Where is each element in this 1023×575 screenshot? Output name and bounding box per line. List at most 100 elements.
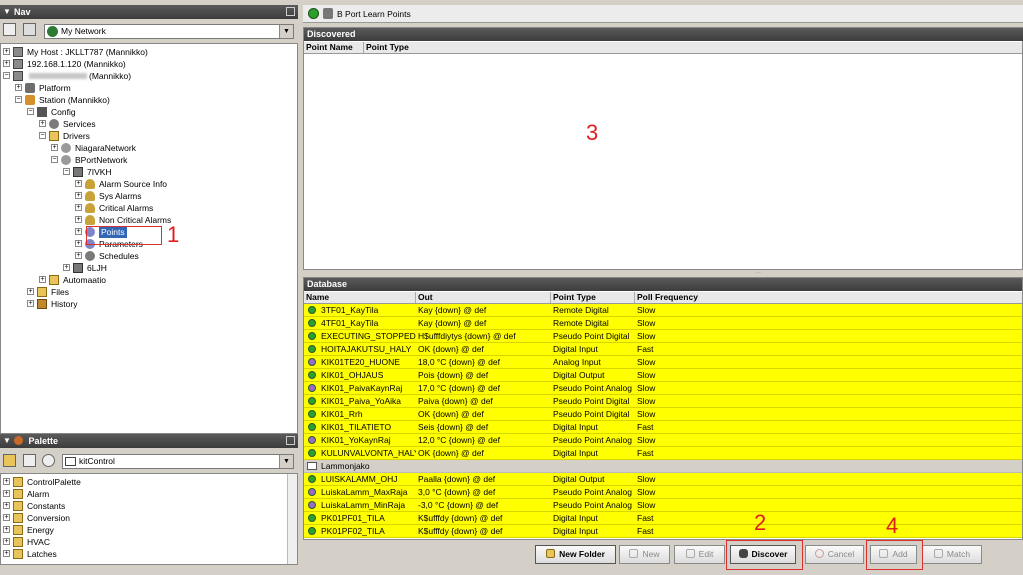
expand-icon[interactable]: + — [51, 144, 58, 151]
discovered-title: Discovered — [304, 28, 1023, 41]
expand-icon[interactable]: + — [63, 264, 70, 271]
cell-name: KIK01_TILATIETO — [321, 422, 392, 432]
chevron-down-icon[interactable]: ▼ — [279, 25, 293, 38]
maximize-icon[interactable] — [286, 436, 295, 445]
expand-icon[interactable]: + — [15, 84, 22, 91]
table-row[interactable]: KIK01_OHJAUS Pois {down} @ def Digital Out… — [304, 369, 1022, 382]
point-status-icon — [308, 514, 316, 522]
expand-icon[interactable]: + — [39, 276, 46, 283]
maximize-icon[interactable] — [286, 7, 295, 16]
column-header-point-name[interactable]: Point Name — [304, 42, 364, 53]
edit-button[interactable]: Edit — [674, 545, 725, 564]
match-button[interactable]: Match — [922, 545, 982, 564]
expand-icon[interactable]: + — [39, 120, 46, 127]
point-status-icon — [308, 358, 316, 366]
point-status-icon — [308, 306, 316, 314]
services-icon — [49, 119, 59, 129]
new-button[interactable]: New — [619, 545, 670, 564]
collapse-icon[interactable]: − — [51, 156, 58, 163]
table-row[interactable]: EXECUTING_STOPPED H$ufffdiytys {down} @ d… — [304, 330, 1022, 343]
pane-splitter[interactable]: ··· — [303, 270, 1023, 277]
table-row[interactable]: KIK01_Rrh OK {down} @ def Pseudo Point Dig… — [304, 408, 1022, 421]
history-icon — [37, 299, 47, 309]
cell-name: LUISKALAMM_OHJ — [321, 474, 398, 484]
collapse-icon[interactable]: − — [63, 168, 70, 175]
close-icon[interactable] — [23, 454, 36, 467]
platform-icon — [25, 83, 35, 93]
expand-icon[interactable]: + — [75, 252, 82, 259]
expand-icon[interactable]: + — [75, 240, 82, 247]
cell-poll: Slow — [637, 318, 656, 328]
table-row[interactable]: KIK01_TILATIETO Seis {down} @ def Digital … — [304, 421, 1022, 434]
point-status-icon — [308, 332, 316, 340]
expand-icon[interactable]: + — [75, 180, 82, 187]
collapse-icon[interactable]: − — [3, 72, 10, 79]
point-status-icon — [308, 527, 316, 535]
expand-icon[interactable]: + — [75, 228, 82, 235]
palette-toolbar: kitControl ▼ — [0, 448, 298, 472]
cell-poll: Slow — [637, 487, 656, 497]
column-header-point-type[interactable]: Point Type — [364, 42, 434, 53]
cell-out: 3,0 °C {down} @ def — [418, 487, 496, 497]
station-icon — [25, 95, 35, 105]
bell-icon — [85, 215, 95, 225]
table-row[interactable]: LuiskaLamm_MaxRaja 3,0 °C {down} @ def Pse… — [304, 486, 1022, 499]
column-header-poll-frequency[interactable]: Poll Frequency — [635, 292, 1022, 303]
cell-poll: Slow — [637, 396, 656, 406]
table-row[interactable]: KULUNVALVONTA_HALY OK {down} @ def Digital… — [304, 447, 1022, 460]
table-row[interactable]: PK01PF01_TILA K$ufffdy {down} @ def Digita… — [304, 512, 1022, 525]
new-document-icon[interactable] — [3, 23, 16, 36]
table-row[interactable]: HOITAJAKUTSU_HALY OK {down} @ def Digital … — [304, 343, 1022, 356]
table-row[interactable]: KIK01TE20_HUONE 18,0 °C {down} @ def Analo… — [304, 356, 1022, 369]
search-icon[interactable] — [42, 454, 55, 467]
cancel-button[interactable]: Cancel — [805, 545, 864, 564]
column-header-point-type[interactable]: Point Type — [551, 292, 635, 303]
table-row[interactable]: KIK01_YoKaynRaj 12,0 °C {down} @ def Pseud… — [304, 434, 1022, 447]
palette-scrollbar[interactable] — [287, 474, 297, 564]
column-header-name[interactable]: Name — [304, 292, 416, 303]
files-icon — [37, 287, 47, 297]
palette-list: + ControlPalette + Alarm + Constants + Conve… — [0, 473, 298, 565]
table-folder-row[interactable]: Lammonjako — [304, 460, 1022, 473]
chevron-down-icon[interactable]: ▼ — [279, 455, 293, 468]
open-folder-icon[interactable] — [3, 454, 16, 467]
new-folder-button[interactable]: New Folder — [535, 545, 616, 564]
cell-poll: Fast — [637, 513, 654, 523]
annotation-3: 3 — [586, 120, 599, 145]
cell-out: 12,0 °C {down} @ def — [418, 435, 500, 445]
collapse-icon[interactable]: − — [27, 108, 34, 115]
column-header-out[interactable]: Out — [416, 292, 551, 303]
table-row[interactable]: 4TF01_KayTila Kay {down} @ def Remote Digi… — [304, 317, 1022, 330]
cell-type: Digital Input — [553, 344, 598, 354]
cell-out — [418, 460, 550, 472]
view-title: B Port Learn Points — [337, 9, 411, 19]
expand-icon[interactable]: + — [3, 48, 10, 55]
expand-icon[interactable]: + — [3, 60, 10, 67]
palette-combo[interactable]: kitControl ▼ — [62, 454, 294, 469]
collapse-icon[interactable]: − — [39, 132, 46, 139]
network-icon — [61, 155, 71, 165]
cell-type: Remote Digital — [553, 305, 609, 315]
cell-name: KIK01_OHJAUS — [321, 370, 384, 380]
cell-type: Pseudo Point Analog — [553, 435, 632, 445]
table-row[interactable]: PK01PF02_TILA K$ufffdy {down} @ def Digita… — [304, 525, 1022, 538]
expand-icon[interactable]: + — [27, 300, 34, 307]
expand-icon[interactable]: + — [27, 288, 34, 295]
table-row[interactable]: LuiskaLamm_MinRaja -3,0 °C {down} @ def Ps… — [304, 499, 1022, 512]
cell-type: Digital Input — [553, 526, 598, 536]
expand-icon[interactable]: + — [75, 204, 82, 211]
network-combo[interactable]: My Network ▼ — [44, 24, 294, 39]
collapse-icon[interactable]: − — [15, 96, 22, 103]
cell-poll: Fast — [637, 448, 654, 458]
table-row[interactable]: LUISKALAMM_OHJ Paalla {down} @ def Digital… — [304, 473, 1022, 486]
table-row[interactable]: KIK01_Paiva_YoAika Paiva {down} @ def Pseu… — [304, 395, 1022, 408]
cell-type — [553, 460, 635, 472]
expand-icon[interactable]: + — [75, 216, 82, 223]
table-row[interactable]: 3TF01_KayTila Kay {down} @ def Remote Digi… — [304, 304, 1022, 317]
cell-out: Kay {down} @ def — [418, 318, 487, 328]
expand-icon[interactable]: + — [75, 192, 82, 199]
collapse-arrow-icon[interactable]: ▼ — [3, 5, 11, 19]
collapse-arrow-icon[interactable]: ▼ — [3, 434, 11, 448]
close-icon[interactable] — [23, 23, 36, 36]
table-row[interactable]: KIK01_PaivaKaynRaj 17,0 °C {down} @ def Ps… — [304, 382, 1022, 395]
